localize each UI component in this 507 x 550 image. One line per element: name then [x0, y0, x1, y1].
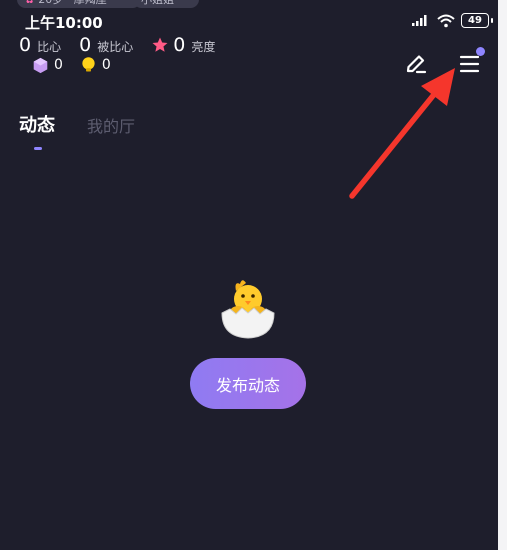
tab-bar: 动态 我的厅	[19, 111, 135, 137]
tab-my-hall[interactable]: 我的厅	[87, 111, 135, 137]
tab-moments[interactable]: 动态	[19, 111, 55, 137]
hatching-chick-icon	[221, 280, 275, 339]
active-tab-indicator	[34, 147, 42, 150]
post-moment-button[interactable]: 发布动态	[190, 358, 306, 409]
